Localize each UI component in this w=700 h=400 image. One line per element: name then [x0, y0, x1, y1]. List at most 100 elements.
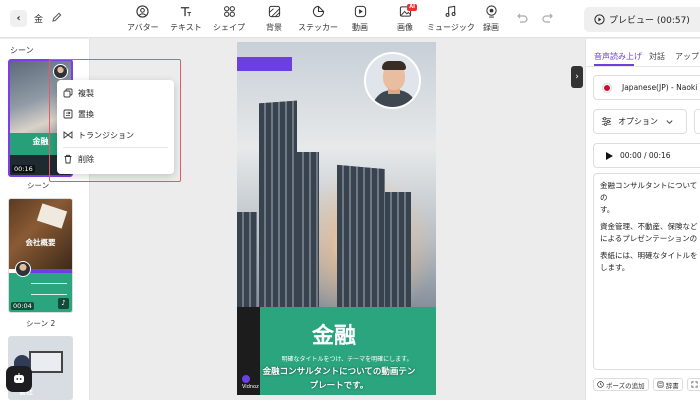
record-icon — [485, 5, 497, 18]
dictionary-icon — [657, 381, 664, 388]
redo-icon[interactable] — [541, 11, 555, 25]
preview-button[interactable]: プレビュー (00:57) — [584, 7, 700, 32]
avatar[interactable] — [364, 52, 421, 109]
assistant-button[interactable] — [6, 366, 32, 392]
menu-item-transition[interactable]: トランジション — [63, 127, 134, 143]
music-note-icon: ♪ — [58, 298, 69, 309]
scene-duration: 00:04 — [11, 302, 34, 310]
tool-shape[interactable]: シェイプ — [213, 5, 245, 33]
canvas-caption: 金融コンサルタントについての動画テン プレートです。 — [262, 367, 416, 391]
tab-bar: 音声読み上げ 対話 アップ — [586, 39, 700, 67]
avatar-icon — [136, 5, 149, 18]
menu-item-label: 複製 — [78, 88, 94, 98]
scene-duration: 00:16 — [12, 165, 35, 173]
tool-image[interactable]: AI 画像 — [397, 4, 417, 33]
scene-context-menu: 複製 置換 トランジション 削除 — [57, 80, 174, 174]
tab-text-to-speech[interactable]: 音声読み上げ — [594, 51, 642, 62]
script-paragraph: 表紙には、明確なタイトルを します。 — [600, 251, 698, 272]
tool-sticker[interactable]: ステッカー — [298, 5, 338, 33]
undo-icon[interactable] — [515, 11, 529, 25]
chevron-right-icon: › — [575, 72, 579, 82]
music-icon — [445, 5, 456, 17]
project-name[interactable]: 金 — [34, 12, 43, 25]
script-panel: 音声読み上げ 対話 アップ Japanese(JP) - Naoki オプション… — [585, 39, 700, 400]
tool-label: 背景 — [266, 23, 282, 32]
script-paragraph: 資金管理、不動産、保険など によるプレゼンテーションの — [600, 222, 698, 243]
tool-label: アバター — [127, 23, 159, 32]
text-icon — [181, 7, 192, 17]
thumb-text-lines — [31, 283, 67, 295]
tool-music[interactable]: ミュージック — [427, 5, 475, 33]
thumb-photo — [29, 351, 63, 373]
menu-item-label: 削除 — [78, 154, 94, 164]
player-time: 00:00 / 00:16 — [620, 151, 671, 160]
voice-select[interactable]: Japanese(JP) - Naoki — [593, 75, 700, 100]
ai-badge: AI — [407, 4, 417, 11]
scene-label[interactable]: シーン — [27, 180, 49, 191]
tool-label: 動画 — [352, 23, 368, 32]
video-canvas[interactable]: 金融 明確なタイトルをつけ、テーマを明確にします。 金融コンサルタントについての… — [237, 42, 436, 395]
transition-icon — [63, 131, 73, 139]
tool-label: ミュージック — [427, 23, 475, 32]
sticker-icon — [312, 5, 324, 18]
japan-flag-icon — [602, 82, 612, 93]
menu-divider — [63, 147, 168, 148]
scene-panel-title: シーン — [10, 46, 34, 55]
chevron-down-icon — [666, 120, 673, 125]
chat-bot-icon — [14, 373, 24, 383]
audio-player[interactable]: 00:00 / 00:16 — [593, 143, 700, 168]
expand-icon — [691, 381, 698, 388]
play-icon[interactable] — [604, 151, 614, 161]
avatar-hair — [382, 61, 406, 70]
scene-thumbnail-2[interactable]: 会社概要 00:04 ♪ — [8, 198, 73, 313]
watermark-text: Vidnoz — [242, 384, 259, 390]
script-textarea[interactable]: 金融コンサルタントについての す。 資金管理、不動産、保険など によるプレゼンテ… — [593, 173, 700, 370]
tool-text[interactable]: テキスト — [170, 5, 202, 33]
shape-icon — [223, 6, 235, 17]
clock-icon — [597, 381, 604, 388]
tool-background[interactable]: 背景 — [266, 5, 282, 33]
thumb-title: 会社概要 — [25, 238, 56, 247]
tool-video[interactable]: 動画 — [352, 5, 368, 33]
menu-item-delete[interactable]: 削除 — [63, 151, 94, 167]
back-button[interactable]: ‹ — [10, 10, 27, 27]
top-toolbar: ‹ 金 アバター テキスト シェイプ 背景 ステッカー 動画 AI 画像 ミュー… — [0, 0, 700, 38]
background-icon — [268, 5, 280, 18]
scene-label[interactable]: シーン 2 — [26, 318, 55, 329]
tool-label: テキスト — [170, 23, 202, 32]
accent-bar — [237, 57, 292, 71]
avatar — [15, 261, 31, 277]
tool-label: シェイプ — [213, 23, 245, 32]
canvas-title[interactable]: 金融 — [260, 318, 408, 350]
tool-label: ステッカー — [298, 23, 338, 32]
tool-avatar[interactable]: アバター — [127, 5, 159, 33]
sliders-icon — [601, 117, 612, 126]
tool-record[interactable]: 録画 — [483, 5, 499, 33]
tab-upload[interactable]: アップ — [675, 51, 699, 62]
tool-label: 画像 — [397, 23, 413, 32]
preview-label: プレビュー (00:57) — [609, 16, 690, 26]
canvas-subtitle[interactable]: 明確なタイトルをつけ、テーマを明確にします。 — [262, 354, 432, 363]
tab-dialogue[interactable]: 対話 — [649, 51, 665, 62]
options-dropdown[interactable]: オプション — [593, 109, 687, 134]
panel-toggle-button[interactable]: › — [571, 66, 583, 88]
options-label: オプション — [618, 117, 658, 126]
more-options-icon[interactable]: ··· — [61, 64, 68, 74]
watermark: Vidnoz — [242, 375, 259, 390]
edit-pencil-icon[interactable] — [51, 11, 63, 23]
active-tab-indicator — [594, 64, 634, 66]
dictionary-label: 辞書 — [665, 381, 679, 390]
duplicate-icon — [63, 88, 73, 98]
dictionary-button[interactable]: 辞書 — [652, 378, 683, 391]
menu-item-replace[interactable]: 置換 — [63, 106, 94, 122]
trash-icon — [64, 154, 72, 164]
secondary-option-button[interactable] — [694, 109, 700, 134]
menu-item-label: 置換 — [78, 109, 94, 119]
video-icon — [354, 5, 366, 18]
add-pause-label: ポーズの追加 — [606, 381, 645, 390]
voice-name: Japanese(JP) - Naoki — [622, 83, 698, 92]
more-tools-button[interactable]: Ж — [686, 378, 700, 391]
menu-item-duplicate[interactable]: 複製 — [63, 85, 94, 101]
add-pause-button[interactable]: ポーズの追加 — [593, 378, 649, 391]
script-toolbar: ポーズの追加 辞書 Ж — [593, 378, 700, 392]
